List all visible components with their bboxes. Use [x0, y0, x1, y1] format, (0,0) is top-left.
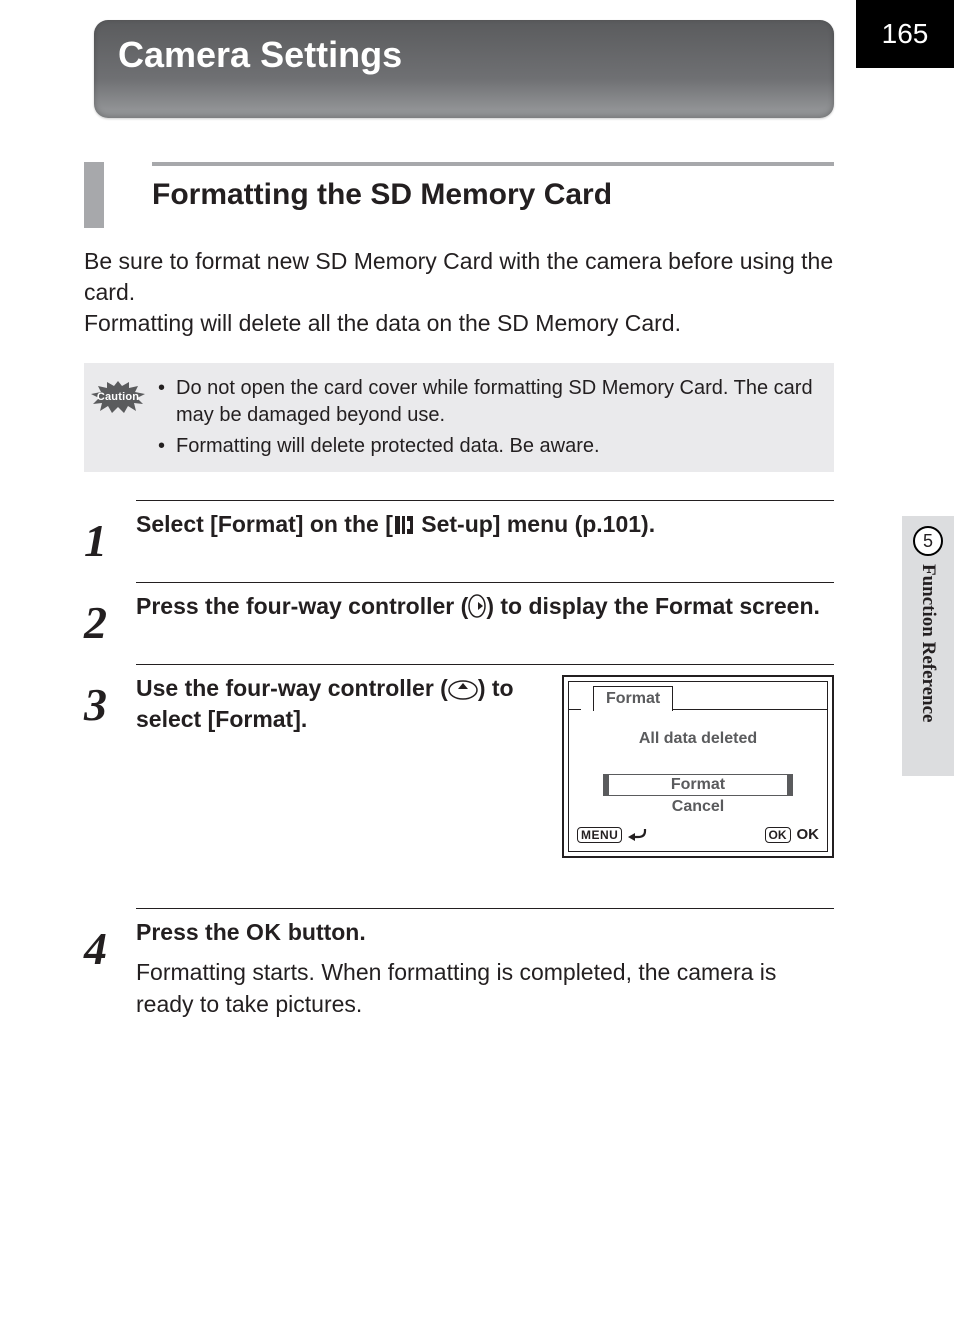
- bullet-icon: •: [158, 375, 176, 429]
- step-heading: Use the four-way controller () to select…: [136, 673, 522, 735]
- step-head-after: ) to display the Format screen.: [486, 593, 820, 619]
- step-rule: [136, 582, 834, 583]
- intro-line1: Be sure to format new SD Memory Card wit…: [84, 248, 833, 305]
- lcd-option-cancel: Cancel: [569, 798, 827, 816]
- page-number-text: 165: [882, 18, 929, 50]
- step-head-after: button.: [281, 919, 365, 945]
- lcd-menu-indicator: MENU: [577, 827, 650, 843]
- step-3: 3 Use the four-way controller () to sele…: [84, 664, 834, 858]
- caution-list: • Do not open the card cover while forma…: [152, 375, 816, 460]
- lcd-tab: Format: [593, 686, 673, 711]
- controller-up-icon: [448, 680, 478, 700]
- chapter-circle: 5: [913, 526, 943, 556]
- lcd-ok-indicator: OK OK: [765, 826, 820, 843]
- step-heading: Select [Format] on the [ Set-up] menu (p…: [136, 509, 834, 540]
- lcd-message: All data deleted: [569, 730, 827, 748]
- page-title-bar: Camera Settings: [94, 20, 834, 118]
- caution-item-text: Formatting will delete protected data. B…: [176, 433, 816, 460]
- step-head-before: Press the four-way controller (: [136, 593, 468, 619]
- step-2: 2 Press the four-way controller ( ) to di…: [84, 582, 834, 646]
- caution-item: • Formatting will delete protected data.…: [158, 433, 816, 460]
- lcd-ok-label: OK: [797, 826, 820, 843]
- caution-box: Caution • Do not open the card cover whi…: [84, 363, 834, 472]
- step-description: Formatting starts. When formatting is co…: [136, 956, 834, 1020]
- lcd-option-format: Format: [603, 774, 793, 796]
- bullet-icon: •: [158, 433, 176, 460]
- caution-burst-icon: Caution: [91, 381, 145, 413]
- step-head-after: Set-up] menu (p.101).: [415, 511, 655, 537]
- step-number: 2: [84, 582, 136, 646]
- step-head-before: Select [Format] on the [: [136, 511, 393, 537]
- step-number: 1: [84, 500, 136, 564]
- return-arrow-icon: [628, 828, 650, 842]
- intro-line2: Formatting will delete all the data on t…: [84, 310, 681, 336]
- step-head-before: Use the four-way controller (: [136, 675, 448, 701]
- section-heading: Formatting the SD Memory Card: [152, 162, 834, 228]
- intro-text: Be sure to format new SD Memory Card wit…: [84, 246, 834, 339]
- ok-inline-label: OK: [246, 919, 282, 945]
- side-tab: 5 Function Reference: [902, 516, 954, 776]
- caution-badge: Caution: [84, 375, 152, 413]
- menu-button-icon: MENU: [577, 827, 622, 843]
- step-4: 4 Press the OK button. Formatting starts…: [84, 908, 834, 1020]
- step-rule: [136, 500, 834, 501]
- side-tab-label: Function Reference: [917, 564, 939, 722]
- step-heading: Press the four-way controller ( ) to disp…: [136, 591, 834, 622]
- steps: 1 Select [Format] on the [ Set-up] menu …: [84, 500, 834, 1020]
- caution-item: • Do not open the card cover while forma…: [158, 375, 816, 429]
- page-title: Camera Settings: [118, 34, 402, 76]
- step-heading: Press the OK button.: [136, 917, 834, 948]
- lcd-screen: Format All data deleted Format Cancel ME…: [562, 675, 834, 858]
- step-number: 3: [84, 664, 136, 858]
- setup-icon: [393, 514, 415, 536]
- section-accent-bar: [84, 162, 104, 228]
- step-1: 1 Select [Format] on the [ Set-up] menu …: [84, 500, 834, 564]
- ok-button-icon: OK: [765, 827, 791, 843]
- controller-right-icon: [468, 594, 486, 618]
- step-rule: [136, 664, 834, 665]
- step-head-before: Press the: [136, 919, 246, 945]
- section-heading-row: Formatting the SD Memory Card: [84, 162, 834, 228]
- page-number: 165: [856, 0, 954, 68]
- step-number: 4: [84, 908, 136, 1020]
- caution-badge-text: Caution: [97, 391, 139, 403]
- caution-item-text: Do not open the card cover while formatt…: [176, 375, 816, 429]
- chapter-number: 5: [923, 531, 933, 552]
- step-rule: [136, 908, 834, 909]
